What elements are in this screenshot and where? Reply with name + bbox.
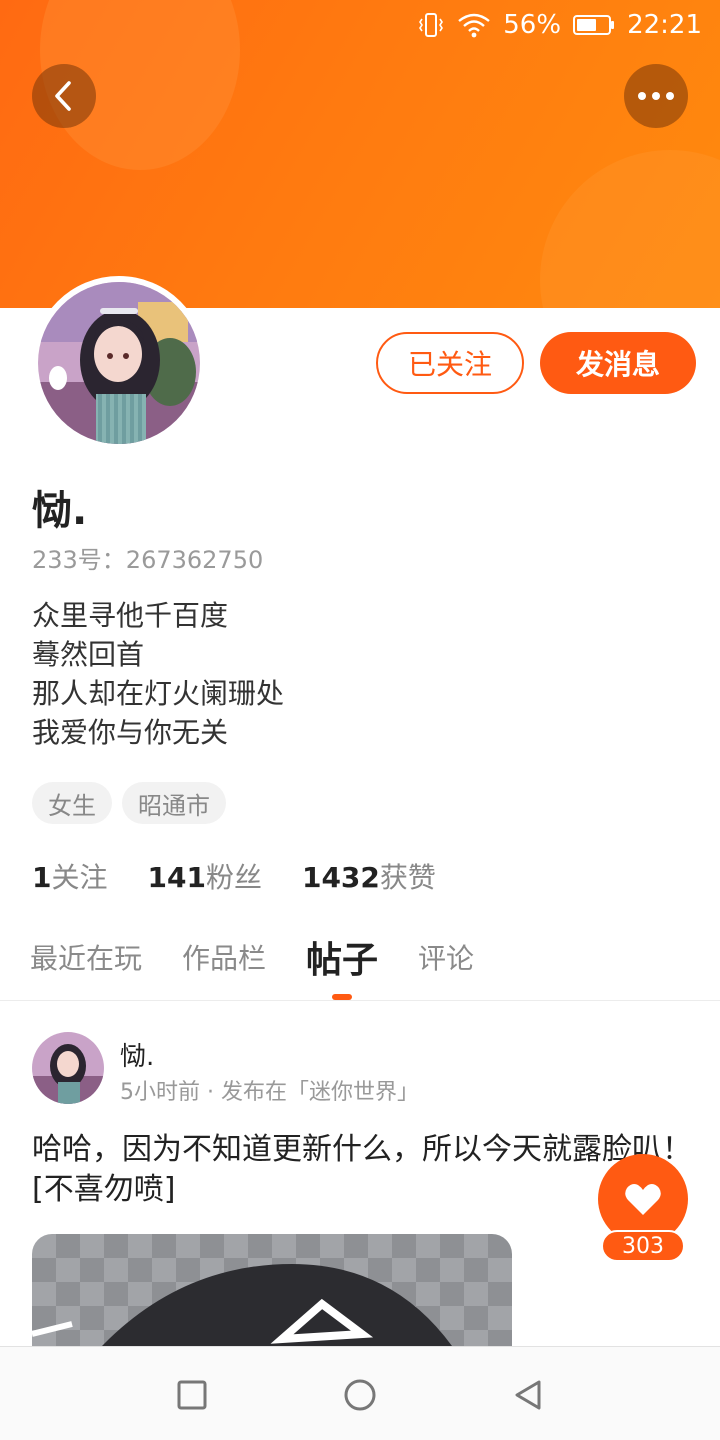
user-id: 233号：267362750 — [32, 546, 264, 574]
bio: 众里寻他千百度 蓦然回首 那人却在灯火阑珊处 我爱你与你无关 — [32, 596, 284, 752]
stat-fans-label: 粉丝 — [205, 861, 262, 894]
stat-likes-count: 1432 — [301, 861, 380, 894]
post-author-avatar[interactable] — [32, 1032, 104, 1104]
clock: 22:21 — [627, 10, 702, 40]
stat-likes-label: 获赞 — [379, 861, 436, 894]
stat-fans[interactable]: 141粉丝 — [148, 856, 262, 896]
home-circle-icon — [344, 1379, 376, 1411]
bio-line: 那人却在灯火阑珊处 — [32, 677, 285, 710]
profile-tabs: 最近在玩 作品栏 帖子 评论 — [30, 930, 474, 984]
following-button[interactable]: 已关注 — [376, 332, 524, 394]
battery-icon — [573, 15, 615, 35]
status-bar: 56% 22:21 — [417, 8, 702, 42]
recents-button[interactable] — [172, 1375, 212, 1415]
back-button[interactable] — [32, 64, 96, 128]
location-tag: 昭通市 — [122, 782, 226, 824]
profile-tags: 女生 昭通市 — [32, 782, 226, 824]
battery-percent: 56% — [503, 10, 562, 40]
stat-likes[interactable]: 1432获赞 — [302, 856, 436, 896]
more-dots-icon — [638, 92, 674, 100]
send-message-button[interactable]: 发消息 — [540, 332, 696, 394]
back-nav-button[interactable] — [508, 1375, 548, 1415]
divider — [0, 1000, 720, 1001]
profile-header-banner: 56% 22:21 — [0, 0, 720, 308]
stat-following-label: 关注 — [51, 861, 108, 894]
home-button[interactable] — [340, 1375, 380, 1415]
tab-works[interactable]: 作品栏 — [182, 930, 266, 984]
vibrate-icon — [419, 13, 444, 37]
recents-square-icon — [177, 1380, 207, 1410]
tab-recently-played[interactable]: 最近在玩 — [30, 930, 142, 984]
like-count-badge: 303 — [601, 1230, 685, 1262]
system-nav-bar — [0, 1346, 720, 1440]
post-author-name[interactable]: 恸. — [120, 1036, 154, 1073]
stat-fans-count: 141 — [147, 861, 206, 894]
gender-tag: 女生 — [32, 782, 112, 824]
username: 恸. — [32, 488, 88, 534]
heart-icon — [625, 1184, 661, 1215]
bio-line: 众里寻他千百度 — [32, 599, 229, 632]
post-text[interactable]: 哈哈，因为不知道更新什么，所以今天就露脸叭！[不喜勿喷] — [32, 1130, 692, 1210]
chevron-left-icon — [55, 81, 71, 111]
back-triangle-icon — [515, 1380, 541, 1410]
post-meta: 5小时前 · 发布在「迷你世界」 — [120, 1080, 419, 1105]
avatar-image — [38, 282, 200, 444]
bio-line: 蓦然回首 — [32, 638, 145, 671]
tab-posts[interactable]: 帖子 — [306, 930, 378, 984]
stat-following[interactable]: 1关注 — [32, 856, 108, 896]
bio-line: 我爱你与你无关 — [32, 716, 229, 749]
post-image[interactable] — [32, 1234, 512, 1346]
profile-stats: 1关注 141粉丝 1432获赞 — [32, 856, 436, 896]
stat-following-count: 1 — [32, 861, 52, 894]
wifi-icon — [458, 13, 491, 38]
tab-comments[interactable]: 评论 — [418, 930, 474, 984]
avatar[interactable] — [32, 276, 206, 450]
more-options-button[interactable] — [624, 64, 688, 128]
